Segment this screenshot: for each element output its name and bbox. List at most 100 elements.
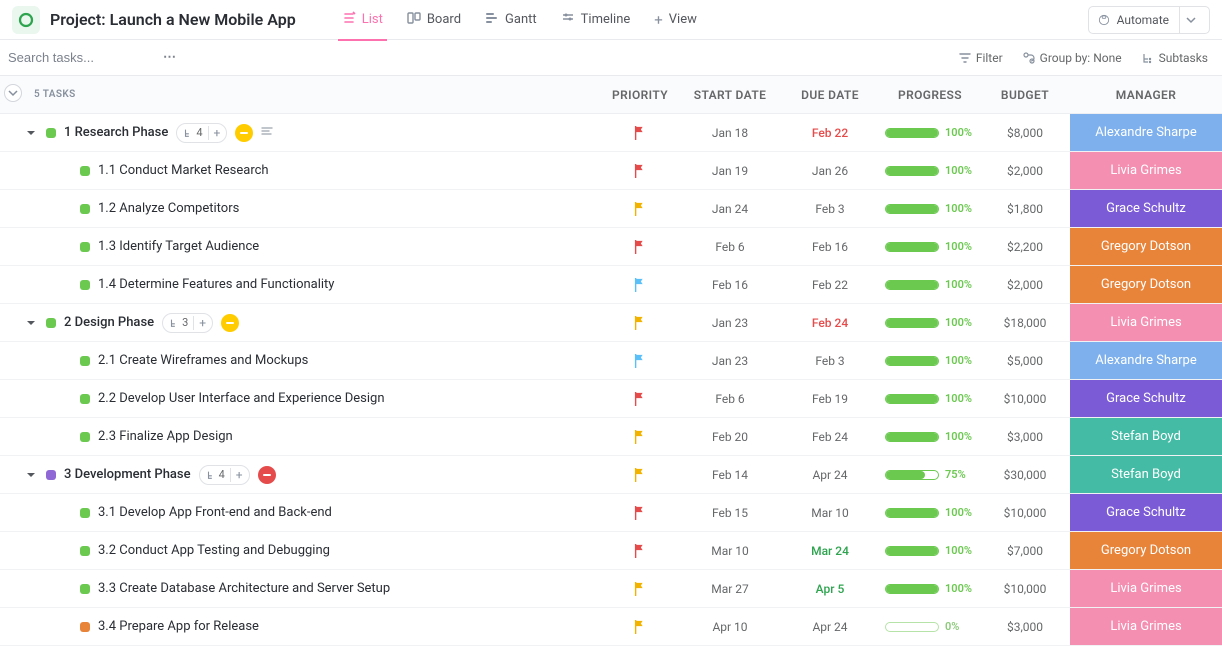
- table-row[interactable]: 3 Development Phase4+Feb 14Apr 2475%$30,…: [0, 456, 1222, 494]
- state-dot[interactable]: [221, 314, 239, 332]
- table-row[interactable]: 1.2 Analyze Competitors Jan 24Feb 3100%$1…: [0, 190, 1222, 228]
- subtasks-button[interactable]: Subtasks: [1136, 46, 1214, 70]
- status-square[interactable]: [80, 356, 90, 366]
- table-row[interactable]: 2.3 Finalize App DesignFeb 20Feb 24100%$…: [0, 418, 1222, 456]
- priority-cell[interactable]: [600, 543, 680, 559]
- add-subtask-icon[interactable]: +: [193, 316, 206, 330]
- due-date-cell[interactable]: Apr 24: [780, 468, 880, 482]
- start-date-cell[interactable]: Feb 14: [680, 468, 780, 482]
- table-row[interactable]: 3.4 Prepare App for ReleaseApr 10Apr 240…: [0, 608, 1222, 646]
- budget-cell[interactable]: $3,000: [980, 430, 1070, 444]
- search-input[interactable]: [8, 44, 148, 72]
- automate-button[interactable]: Automate: [1088, 6, 1210, 34]
- col-manager[interactable]: MANAGER: [1070, 88, 1222, 102]
- table-row[interactable]: 2 Design Phase3+Jan 23Feb 24100%$18,000L…: [0, 304, 1222, 342]
- priority-cell[interactable]: [600, 125, 680, 141]
- priority-cell[interactable]: [600, 391, 680, 407]
- task-name[interactable]: 3.3 Create Database Architecture and Ser…: [98, 581, 390, 596]
- view-tab-timeline[interactable]: Timeline: [549, 0, 643, 40]
- task-name[interactable]: 1.2 Analyze Competitors: [98, 201, 239, 216]
- add-subtask-icon[interactable]: +: [230, 468, 243, 482]
- status-square[interactable]: [80, 432, 90, 442]
- manager-cell[interactable]: Alexandre Sharpe: [1070, 114, 1222, 151]
- task-name[interactable]: 3 Development Phase: [64, 467, 191, 482]
- task-name[interactable]: 1 Research Phase: [64, 125, 168, 140]
- progress-cell[interactable]: 100%: [880, 278, 980, 291]
- table-row[interactable]: 1 Research Phase4+Jan 18Feb 22100%$8,000…: [0, 114, 1222, 152]
- due-date-cell[interactable]: Mar 24: [780, 544, 880, 558]
- progress-cell[interactable]: 75%: [880, 468, 980, 481]
- priority-cell[interactable]: [600, 467, 680, 483]
- budget-cell[interactable]: $10,000: [980, 392, 1070, 406]
- space-icon[interactable]: [12, 6, 40, 34]
- view-tab-list[interactable]: List: [330, 0, 395, 40]
- task-name[interactable]: 3.4 Prepare App for Release: [98, 619, 259, 634]
- status-square[interactable]: [80, 622, 90, 632]
- budget-cell[interactable]: $2,000: [980, 164, 1070, 178]
- status-square[interactable]: [80, 584, 90, 594]
- status-square[interactable]: [80, 508, 90, 518]
- progress-cell[interactable]: 100%: [880, 126, 980, 139]
- subtask-count-badge[interactable]: 4+: [199, 465, 250, 485]
- table-row[interactable]: 1.1 Conduct Market ResearchJan 19Jan 261…: [0, 152, 1222, 190]
- budget-cell[interactable]: $1,800: [980, 202, 1070, 216]
- manager-cell[interactable]: Grace Schultz: [1070, 190, 1222, 227]
- progress-cell[interactable]: 100%: [880, 506, 980, 519]
- view-tab-gantt[interactable]: Gantt: [473, 0, 549, 40]
- start-date-cell[interactable]: Mar 10: [680, 544, 780, 558]
- task-name[interactable]: 3.2 Conduct App Testing and Debugging: [98, 543, 330, 558]
- table-row[interactable]: 1.3 Identify Target AudienceFeb 6Feb 161…: [0, 228, 1222, 266]
- col-priority[interactable]: PRIORITY: [600, 88, 680, 102]
- due-date-cell[interactable]: Feb 3: [780, 202, 880, 216]
- start-date-cell[interactable]: Mar 27: [680, 582, 780, 596]
- table-row[interactable]: 3.2 Conduct App Testing and Debugging Mar…: [0, 532, 1222, 570]
- status-square[interactable]: [80, 546, 90, 556]
- progress-cell[interactable]: 100%: [880, 240, 980, 253]
- progress-cell[interactable]: 100%: [880, 316, 980, 329]
- status-square[interactable]: [80, 166, 90, 176]
- task-name[interactable]: 3.1 Develop App Front-end and Back-end: [98, 505, 332, 520]
- manager-cell[interactable]: Gregory Dotson: [1070, 228, 1222, 265]
- manager-cell[interactable]: Stefan Boyd: [1070, 418, 1222, 455]
- task-name[interactable]: 1.1 Conduct Market Research: [98, 163, 269, 178]
- task-name[interactable]: 2 Design Phase: [64, 315, 154, 330]
- add-subtask-icon[interactable]: +: [208, 126, 221, 140]
- status-square[interactable]: [80, 280, 90, 290]
- due-date-cell[interactable]: Feb 19: [780, 392, 880, 406]
- due-date-cell[interactable]: Feb 24: [780, 430, 880, 444]
- add-view-button[interactable]: +View: [642, 0, 709, 40]
- priority-cell[interactable]: [600, 429, 680, 445]
- due-date-cell[interactable]: Apr 24: [780, 620, 880, 634]
- due-date-cell[interactable]: Feb 24: [780, 316, 880, 330]
- start-date-cell[interactable]: Jan 24: [680, 202, 780, 216]
- start-date-cell[interactable]: Feb 15: [680, 506, 780, 520]
- progress-cell[interactable]: 100%: [880, 544, 980, 557]
- expand-caret[interactable]: [24, 128, 38, 138]
- start-date-cell[interactable]: Feb 6: [680, 240, 780, 254]
- chevron-down-icon[interactable]: [1179, 6, 1201, 34]
- start-date-cell[interactable]: Feb 16: [680, 278, 780, 292]
- budget-cell[interactable]: $3,000: [980, 620, 1070, 634]
- budget-cell[interactable]: $10,000: [980, 582, 1070, 596]
- due-date-cell[interactable]: Feb 16: [780, 240, 880, 254]
- priority-cell[interactable]: [600, 505, 680, 521]
- table-row[interactable]: 1.4 Determine Features and Functionality…: [0, 266, 1222, 304]
- budget-cell[interactable]: $2,200: [980, 240, 1070, 254]
- start-date-cell[interactable]: Jan 23: [680, 316, 780, 330]
- start-date-cell[interactable]: Jan 23: [680, 354, 780, 368]
- table-row[interactable]: 3.3 Create Database Architecture and Ser…: [0, 570, 1222, 608]
- progress-cell[interactable]: 100%: [880, 354, 980, 367]
- view-tab-board[interactable]: Board: [395, 0, 473, 40]
- col-duedate[interactable]: DUE DATE: [780, 88, 880, 102]
- priority-cell[interactable]: [600, 353, 680, 369]
- status-square[interactable]: [80, 394, 90, 404]
- manager-cell[interactable]: Livia Grimes: [1070, 152, 1222, 189]
- status-square[interactable]: [46, 128, 56, 138]
- more-menu-button[interactable]: ⋯: [156, 48, 184, 68]
- priority-cell[interactable]: [600, 315, 680, 331]
- task-name[interactable]: 2.1 Create Wireframes and Mockups: [98, 353, 308, 368]
- table-row[interactable]: 2.2 Develop User Interface and Experienc…: [0, 380, 1222, 418]
- manager-cell[interactable]: Stefan Boyd: [1070, 456, 1222, 493]
- progress-cell[interactable]: 100%: [880, 202, 980, 215]
- priority-cell[interactable]: [600, 239, 680, 255]
